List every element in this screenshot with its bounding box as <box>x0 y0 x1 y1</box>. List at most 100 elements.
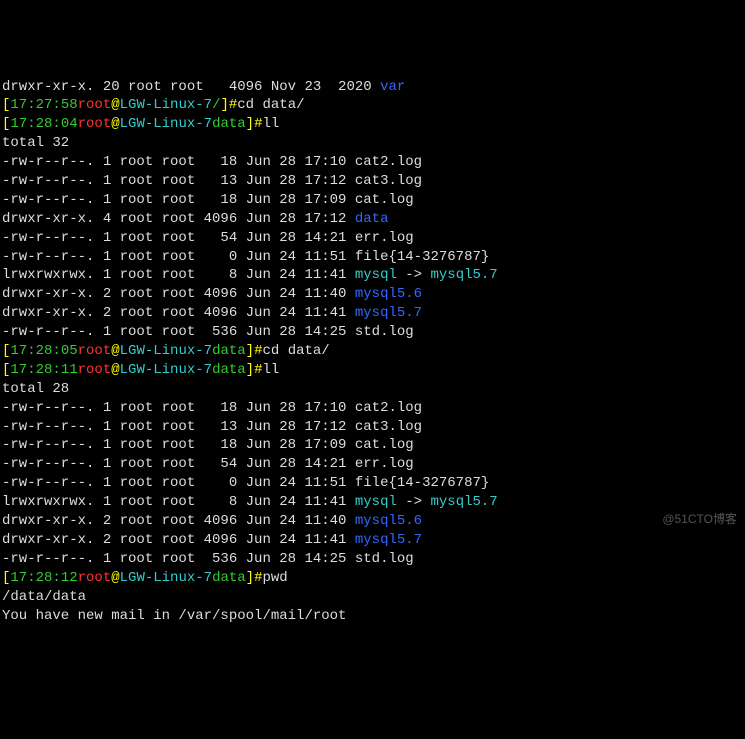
terminal-output[interactable]: drwxr-xr-x. 20 root root 4096 Nov 23 202… <box>2 78 743 626</box>
prompt-path: data <box>212 362 246 378</box>
file-name: cat.log <box>355 437 414 453</box>
command-text: cd data/ <box>237 97 304 113</box>
file-name: mysql <box>355 494 397 510</box>
file-perms: drwxr-xr-x. 4 root root 4096 Jun 28 17:1… <box>2 211 355 227</box>
list-item: -rw-r--r--. 1 root root 13 Jun 28 17:12 … <box>2 418 743 437</box>
at-icon: @ <box>111 570 119 586</box>
list-item: -rw-r--r--. 1 root root 18 Jun 28 17:10 … <box>2 153 743 172</box>
file-perms: -rw-r--r--. 1 root root 54 Jun 28 14:21 <box>2 230 355 246</box>
prompt-host: LGW-Linux-7 <box>120 343 212 359</box>
prompt-time: 17:28:04 <box>10 116 77 132</box>
file-perms: -rw-r--r--. 1 root root 18 Jun 28 17:09 <box>2 437 355 453</box>
file-name: cat2.log <box>355 400 422 416</box>
link-arrow-icon: -> <box>397 267 431 283</box>
list-item: lrwxrwxrwx. 1 root root 8 Jun 24 11:41 m… <box>2 493 743 512</box>
link-target: mysql5.7 <box>430 494 497 510</box>
file-perms: -rw-r--r--. 1 root root 0 Jun 24 11:51 <box>2 249 355 265</box>
link-target: mysql5.7 <box>430 267 497 283</box>
file-perms: -rw-r--r--. 1 root root 0 Jun 24 11:51 <box>2 475 355 491</box>
command-text: ll <box>262 362 279 378</box>
prompt-user: root <box>78 343 112 359</box>
prompt-path: data <box>212 116 246 132</box>
prompt-line: [17:28:04root@LGW-Linux-7data]#ll <box>2 115 743 134</box>
file-perms: -rw-r--r--. 1 root root 13 Jun 28 17:12 <box>2 173 355 189</box>
list-item: -rw-r--r--. 1 root root 18 Jun 28 17:09 … <box>2 436 743 455</box>
pwd-output: /data/data <box>2 588 743 607</box>
bracket-icon: ] <box>246 116 254 132</box>
list-item: drwxr-xr-x. 4 root root 4096 Jun 28 17:1… <box>2 210 743 229</box>
prompt-time: 17:28:11 <box>10 362 77 378</box>
file-perms: -rw-r--r--. 1 root root 18 Jun 28 17:10 <box>2 400 355 416</box>
file-name: cat3.log <box>355 173 422 189</box>
prompt-line: [17:28:05root@LGW-Linux-7data]#cd data/ <box>2 342 743 361</box>
prompt-user: root <box>78 97 112 113</box>
bracket-icon: ] <box>246 362 254 378</box>
at-icon: @ <box>111 97 119 113</box>
total-line: total 28 <box>2 380 743 399</box>
file-name: mysql5.6 <box>355 286 422 302</box>
file-name: cat.log <box>355 192 414 208</box>
file-name: file{14-3276787} <box>355 249 489 265</box>
file-name: mysql5.7 <box>355 532 422 548</box>
mail-message: You have new mail in /var/spool/mail/roo… <box>2 607 743 626</box>
file-name: file{14-3276787} <box>355 475 489 491</box>
prompt-time: 17:28:12 <box>10 570 77 586</box>
list-item: lrwxrwxrwx. 1 root root 8 Jun 24 11:41 m… <box>2 266 743 285</box>
list-item: drwxr-xr-x. 20 root root 4096 Nov 23 202… <box>2 78 743 97</box>
prompt-path: data <box>212 343 246 359</box>
bracket-icon: ] <box>220 97 228 113</box>
list-item: drwxr-xr-x. 2 root root 4096 Jun 24 11:4… <box>2 512 743 531</box>
file-name: err.log <box>355 456 414 472</box>
list-item: -rw-r--r--. 1 root root 18 Jun 28 17:09 … <box>2 191 743 210</box>
file-perms: -rw-r--r--. 1 root root 18 Jun 28 17:10 <box>2 154 355 170</box>
file-name: var <box>380 79 405 95</box>
command-text: pwd <box>262 570 287 586</box>
file-perms: lrwxrwxrwx. 1 root root 8 Jun 24 11:41 <box>2 267 355 283</box>
file-name: err.log <box>355 230 414 246</box>
file-perms: lrwxrwxrwx. 1 root root 8 Jun 24 11:41 <box>2 494 355 510</box>
list-item: -rw-r--r--. 1 root root 0 Jun 24 11:51 f… <box>2 248 743 267</box>
bracket-icon: [ <box>2 570 10 586</box>
file-perms: drwxr-xr-x. 2 root root 4096 Jun 24 11:4… <box>2 286 355 302</box>
prompt-line: [17:28:12root@LGW-Linux-7data]#pwd <box>2 569 743 588</box>
prompt-line: [17:28:11root@LGW-Linux-7data]#ll <box>2 361 743 380</box>
file-perms: -rw-r--r--. 1 root root 536 Jun 28 14:25 <box>2 324 355 340</box>
file-perms: -rw-r--r--. 1 root root 13 Jun 28 17:12 <box>2 419 355 435</box>
list-item: -rw-r--r--. 1 root root 54 Jun 28 14:21 … <box>2 455 743 474</box>
prompt-host: LGW-Linux-7 <box>120 116 212 132</box>
total-line: total 32 <box>2 134 743 153</box>
at-icon: @ <box>111 116 119 132</box>
prompt-time: 17:27:58 <box>10 97 77 113</box>
prompt-time: 17:28:05 <box>10 343 77 359</box>
command-text: cd data/ <box>262 343 329 359</box>
command-text: ll <box>262 116 279 132</box>
prompt-host: LGW-Linux-7 <box>120 362 212 378</box>
file-name: cat2.log <box>355 154 422 170</box>
file-perms: -rw-r--r--. 1 root root 536 Jun 28 14:25 <box>2 551 355 567</box>
file-name: mysql5.7 <box>355 305 422 321</box>
file-name: std.log <box>355 551 414 567</box>
list-item: -rw-r--r--. 1 root root 13 Jun 28 17:12 … <box>2 172 743 191</box>
prompt-host: LGW-Linux-7 <box>120 97 212 113</box>
file-name: data <box>355 211 389 227</box>
file-perms: drwxr-xr-x. 2 root root 4096 Jun 24 11:4… <box>2 513 355 529</box>
file-perms: drwxr-xr-x. 2 root root 4096 Jun 24 11:4… <box>2 532 355 548</box>
bracket-icon: ] <box>246 343 254 359</box>
file-name: mysql5.6 <box>355 513 422 529</box>
link-arrow-icon: -> <box>397 494 431 510</box>
list-item: -rw-r--r--. 1 root root 0 Jun 24 11:51 f… <box>2 474 743 493</box>
prompt-line: [17:27:58root@LGW-Linux-7/]#cd data/ <box>2 96 743 115</box>
file-name: mysql <box>355 267 397 283</box>
file-name: cat3.log <box>355 419 422 435</box>
prompt-user: root <box>78 116 112 132</box>
list-item: -rw-r--r--. 1 root root 18 Jun 28 17:10 … <box>2 399 743 418</box>
prompt-host: LGW-Linux-7 <box>120 570 212 586</box>
list-item: drwxr-xr-x. 2 root root 4096 Jun 24 11:4… <box>2 304 743 323</box>
list-item: drwxr-xr-x. 2 root root 4096 Jun 24 11:4… <box>2 285 743 304</box>
prompt-path: data <box>212 570 246 586</box>
prompt-user: root <box>78 570 112 586</box>
file-name: std.log <box>355 324 414 340</box>
bracket-icon: ] <box>246 570 254 586</box>
file-perms: drwxr-xr-x. 2 root root 4096 Jun 24 11:4… <box>2 305 355 321</box>
file-perms: -rw-r--r--. 1 root root 54 Jun 28 14:21 <box>2 456 355 472</box>
